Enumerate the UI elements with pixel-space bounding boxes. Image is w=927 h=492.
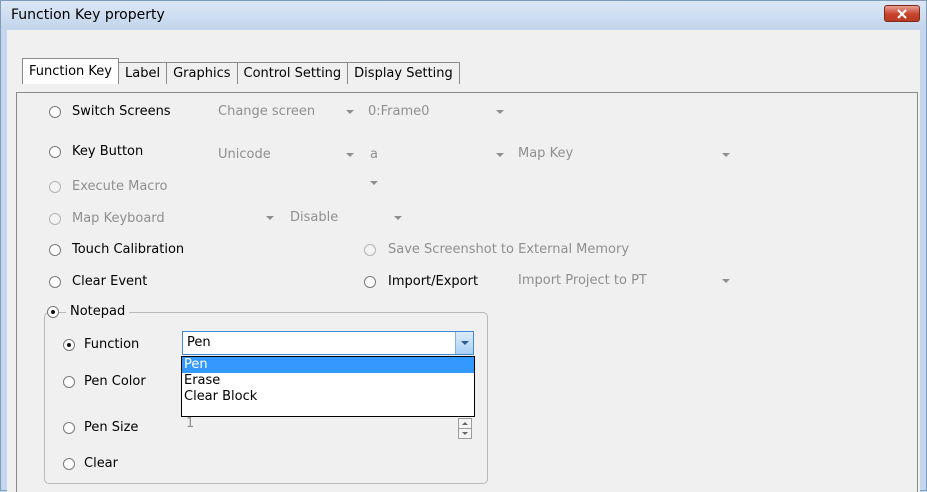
- key-button-encoding-select[interactable]: Unicode: [214, 145, 360, 166]
- pen-size-label: Pen Size: [84, 420, 139, 435]
- switch-screens-mode-value: Change screen: [218, 104, 316, 119]
- chevron-down-icon: [346, 110, 354, 114]
- dropdown-option-pen[interactable]: Pen: [182, 357, 474, 373]
- import-export-value: Import Project to PT: [518, 273, 647, 288]
- key-button-label: Key Button: [72, 144, 144, 159]
- execute-macro-select: [214, 173, 384, 194]
- chevron-down-icon: [722, 153, 730, 157]
- clear-event-radio[interactable]: [49, 276, 61, 288]
- save-screenshot-label: Save Screenshot to External Memory: [388, 242, 630, 257]
- chevron-down-icon: [346, 153, 354, 157]
- pen-size-value: 1: [186, 416, 195, 431]
- tab-control-setting[interactable]: Control Setting: [236, 62, 349, 84]
- map-key-label: Map Key: [518, 146, 574, 161]
- tab-strip: Function Key Label Graphics Control Sett…: [22, 58, 460, 84]
- chevron-down-icon: [394, 216, 402, 220]
- clear-event-label: Clear Event: [72, 274, 148, 289]
- switch-screens-mode-select[interactable]: Change screen: [214, 102, 360, 123]
- key-button-radio[interactable]: [49, 146, 61, 158]
- map-keyboard-state-select: Disable: [286, 208, 408, 229]
- chevron-down-icon: [496, 153, 504, 157]
- function-select[interactable]: Pen: [182, 331, 474, 355]
- switch-screens-target-select[interactable]: 0:Frame0: [364, 102, 510, 123]
- pen-size-radio[interactable]: [63, 422, 75, 434]
- radio-selected-dot: [67, 343, 71, 347]
- pen-color-label: Pen Color: [84, 374, 146, 389]
- function-label: Function: [84, 337, 140, 352]
- switch-screens-target-value: 0:Frame0: [368, 104, 430, 119]
- execute-macro-radio: [49, 181, 61, 193]
- map-keyboard-select: [214, 208, 280, 229]
- spinner-divider: [458, 428, 472, 429]
- tab-function-key[interactable]: Function Key: [22, 58, 119, 84]
- chevron-down-icon: [370, 181, 378, 185]
- execute-macro-label: Execute Macro: [72, 179, 168, 194]
- window-title: Function Key property: [11, 7, 165, 23]
- clear-radio[interactable]: [63, 458, 75, 470]
- map-keyboard-label: Map Keyboard: [72, 211, 165, 226]
- tab-display-setting[interactable]: Display Setting: [347, 62, 460, 84]
- tab-graphics[interactable]: Graphics: [166, 62, 238, 84]
- chevron-down-icon: [266, 216, 274, 220]
- close-x-icon: [897, 8, 907, 19]
- dropdown-option-clear-block[interactable]: Clear Block: [182, 389, 474, 405]
- clear-label: Clear: [84, 456, 118, 471]
- radio-selected-dot: [51, 310, 55, 314]
- chevron-down-icon: [722, 279, 730, 283]
- import-export-select[interactable]: Import Project to PT: [514, 271, 736, 292]
- import-export-label: Import/Export: [388, 274, 479, 289]
- dropdown-option-erase[interactable]: Erase: [182, 373, 474, 389]
- notepad-radio[interactable]: [47, 306, 59, 318]
- save-screenshot-radio: [364, 244, 376, 256]
- function-select-value: Pen: [187, 335, 211, 350]
- notepad-label: Notepad: [66, 304, 130, 319]
- map-keyboard-radio: [49, 213, 61, 225]
- function-radio[interactable]: [63, 339, 75, 351]
- key-button-char-input[interactable]: a: [364, 145, 400, 167]
- map-keyboard-state-value: Disable: [290, 210, 339, 225]
- import-export-radio[interactable]: [364, 276, 376, 288]
- function-dropdown-list: Pen Erase Clear Block: [181, 356, 475, 417]
- chevron-down-icon: [496, 110, 504, 114]
- switch-screens-label: Switch Screens: [72, 104, 171, 119]
- key-button-key-select[interactable]: [404, 145, 510, 166]
- switch-screens-radio[interactable]: [49, 106, 61, 118]
- tab-label[interactable]: Label: [118, 62, 168, 84]
- chevron-down-icon[interactable]: [455, 332, 473, 354]
- title-bar: Function Key property: [1, 1, 926, 29]
- pen-size-spinner[interactable]: 1: [182, 416, 474, 442]
- map-key-select[interactable]: [590, 145, 736, 166]
- key-button-encoding-value: Unicode: [218, 147, 271, 162]
- touch-calibration-radio[interactable]: [49, 244, 61, 256]
- close-button[interactable]: [884, 5, 920, 22]
- touch-calibration-label: Touch Calibration: [72, 242, 185, 257]
- pen-color-radio[interactable]: [63, 376, 75, 388]
